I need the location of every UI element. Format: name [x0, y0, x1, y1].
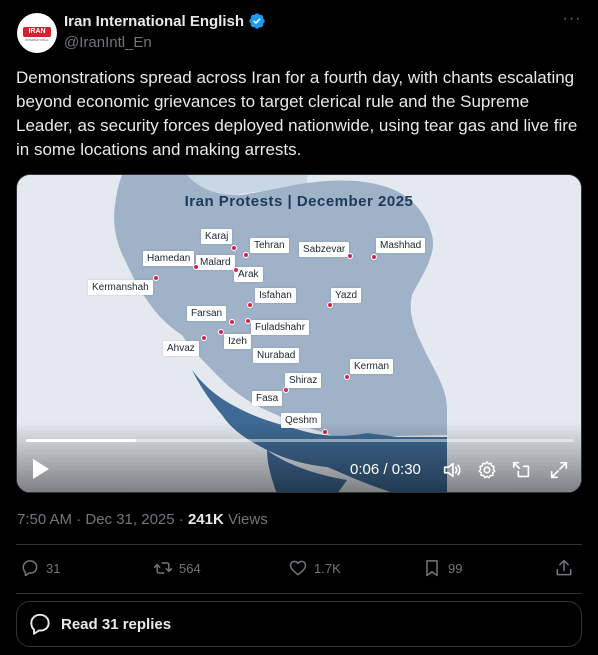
- progress-bar[interactable]: [26, 439, 574, 442]
- share-button[interactable]: [554, 558, 574, 578]
- avatar-logo-sub: INTERNATIONAL: [25, 38, 49, 42]
- tweet-header: IRAN INTERNATIONAL Iran International En…: [17, 10, 585, 56]
- city-label: Ahvaz: [163, 341, 199, 356]
- city-marker: [327, 302, 333, 308]
- city-label: Tehran: [250, 238, 289, 253]
- city-label: Malard: [196, 255, 235, 270]
- handle[interactable]: @IranIntl_En: [64, 34, 152, 51]
- display-name[interactable]: Iran International English: [64, 13, 244, 30]
- city-marker: [344, 374, 350, 380]
- read-replies-button[interactable]: Read 31 replies: [16, 601, 582, 647]
- city-marker: [229, 319, 235, 325]
- like-button[interactable]: 1.7K: [288, 558, 341, 578]
- city-marker: [243, 252, 249, 258]
- tweet-text: Demonstrations spread across Iran for a …: [16, 68, 578, 159]
- video-time: 0:06 / 0:30: [350, 461, 421, 478]
- repost-button[interactable]: 564: [153, 558, 201, 578]
- city-marker: [218, 329, 224, 335]
- city-label: Mashhad: [376, 238, 426, 253]
- city-marker: [247, 302, 253, 308]
- city-label: Fuladshahr: [251, 320, 310, 335]
- reply-count: 31: [46, 560, 61, 576]
- repost-icon: [153, 562, 173, 574]
- views-label: Views: [223, 511, 268, 528]
- city-marker: [371, 254, 377, 260]
- city-label: Nurabad: [253, 348, 300, 363]
- city-marker: [193, 264, 199, 270]
- city-marker: [153, 275, 159, 281]
- name-row: Iran International English: [64, 12, 266, 30]
- fullscreen-icon[interactable]: [548, 459, 570, 481]
- city-label: Fasa: [252, 391, 283, 406]
- bookmark-count: 99: [448, 560, 463, 576]
- city-marker: [245, 318, 251, 324]
- city-label: Kerman: [350, 359, 394, 374]
- city-marker: [231, 245, 237, 251]
- verified-badge-icon: [249, 13, 265, 29]
- city-label: Sabzevar: [299, 242, 350, 257]
- read-replies-label: Read 31 replies: [61, 615, 172, 633]
- share-icon: [556, 559, 572, 576]
- heart-icon: [289, 560, 307, 576]
- video-player[interactable]: Iran Protests | December 2025 Karaj Tehr…: [16, 174, 582, 493]
- city-marker: [347, 253, 353, 259]
- city-label: Farsan: [187, 306, 227, 321]
- divider: [16, 593, 582, 594]
- city-marker: [233, 267, 239, 273]
- city-label: Hamedan: [143, 251, 195, 266]
- avatar[interactable]: IRAN INTERNATIONAL: [17, 13, 57, 53]
- video-controls-shade: [17, 422, 581, 492]
- action-bar: 31 564 1.7K 99: [16, 558, 582, 582]
- bookmark-button[interactable]: 99: [422, 558, 462, 578]
- reply-icon: [22, 560, 38, 577]
- reply-icon: [30, 613, 50, 635]
- volume-icon[interactable]: [441, 459, 463, 481]
- bookmark-icon: [426, 560, 438, 577]
- map-title: Iran Protests | December 2025: [184, 193, 414, 210]
- progress-fill: [26, 439, 136, 442]
- city-marker: [283, 387, 289, 393]
- avatar-logo: IRAN: [23, 27, 51, 37]
- reply-button[interactable]: 31: [20, 558, 60, 578]
- play-icon[interactable]: [31, 458, 51, 480]
- timestamp[interactable]: 7:50 AM · Dec 31, 2025 ·: [17, 511, 188, 528]
- more-options-icon[interactable]: ···: [561, 11, 583, 34]
- city-label: Isfahan: [255, 288, 296, 303]
- repost-count: 564: [179, 560, 201, 576]
- settings-gear-icon[interactable]: [476, 459, 498, 481]
- views-count: 241K: [187, 511, 224, 528]
- divider: [16, 544, 582, 545]
- picture-in-picture-icon[interactable]: [511, 459, 533, 481]
- like-count: 1.7K: [314, 560, 341, 576]
- city-label: Izeh: [224, 334, 251, 349]
- city-label: Karaj: [201, 229, 233, 244]
- city-marker: [201, 335, 207, 341]
- city-label: Shiraz: [285, 373, 322, 388]
- city-label: Yazd: [331, 288, 362, 303]
- city-label: Kermanshah: [88, 280, 153, 295]
- tweet-meta: 7:50 AM · Dec 31, 2025 · 241K Views: [17, 511, 268, 528]
